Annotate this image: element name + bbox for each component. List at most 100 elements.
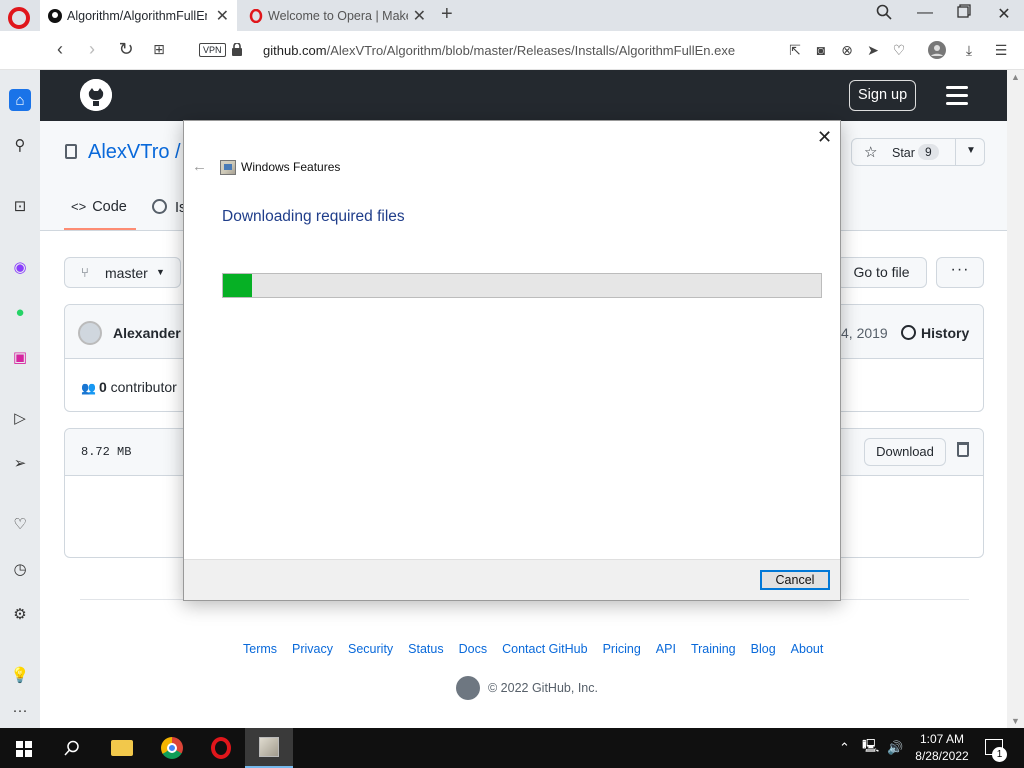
more-options-button[interactable]: ··· bbox=[936, 257, 984, 288]
tab-opera-welcome[interactable]: Welcome to Opera | Make ✕ bbox=[241, 0, 434, 31]
easy-setup-icon[interactable]: ☰ bbox=[992, 41, 1010, 59]
downloads-icon[interactable]: ⤓ bbox=[960, 41, 978, 59]
page-scrollbar[interactable]: ▲ ▼ bbox=[1007, 70, 1024, 728]
windows-features-icon bbox=[220, 160, 236, 175]
trash-icon[interactable] bbox=[957, 442, 969, 457]
download-button[interactable]: Download bbox=[864, 438, 946, 466]
address-bar: ‹ › ↻ ⊞ VPN github.com/AlexVTro/Algorith… bbox=[0, 31, 1024, 70]
reload-icon[interactable]: ↻ bbox=[115, 39, 137, 60]
scroll-up-icon[interactable]: ▲ bbox=[1011, 72, 1020, 82]
footer-link-pricing[interactable]: Pricing bbox=[603, 642, 641, 656]
minimize-icon[interactable]: — bbox=[913, 4, 937, 22]
chevron-down-icon: ▼ bbox=[156, 267, 165, 277]
progress-fill bbox=[223, 274, 252, 297]
footer-link-docs[interactable]: Docs bbox=[459, 642, 487, 656]
adblock-icon[interactable]: ⊗ bbox=[838, 41, 856, 59]
tab-close-icon[interactable]: ✕ bbox=[216, 6, 229, 26]
tab-title: Welcome to Opera | Make bbox=[268, 8, 408, 23]
tab-close-icon[interactable]: ✕ bbox=[413, 6, 426, 26]
footer-link-blog[interactable]: Blog bbox=[751, 642, 776, 656]
speed-dial-icon[interactable]: ⊞ bbox=[148, 41, 170, 58]
history-link[interactable]: History bbox=[901, 325, 969, 341]
github-logo-icon[interactable] bbox=[80, 79, 112, 111]
footer-link-status[interactable]: Status bbox=[408, 642, 443, 656]
more-dots-icon[interactable]: ··· bbox=[9, 699, 31, 721]
whatsapp-icon[interactable]: ● bbox=[9, 301, 31, 323]
scroll-down-icon[interactable]: ▼ bbox=[1011, 716, 1020, 726]
instagram-icon[interactable]: ▣ bbox=[9, 346, 31, 368]
settings-gear-icon[interactable]: ⚙ bbox=[9, 603, 31, 625]
send-to-icon[interactable]: ⇱ bbox=[786, 41, 804, 59]
star-button[interactable]: ☆ Star 9 ▼ bbox=[851, 138, 985, 166]
branch-selector[interactable]: ⑂ master ▼ bbox=[64, 257, 181, 288]
commit-date: 4, 2019 bbox=[841, 325, 888, 341]
start-windows-icon[interactable] bbox=[16, 741, 32, 757]
opera-taskbar-icon[interactable] bbox=[205, 728, 237, 768]
file-explorer-icon[interactable] bbox=[106, 728, 138, 768]
footer-link-contact[interactable]: Contact GitHub bbox=[502, 642, 587, 656]
bookmarks-heart-icon[interactable]: ♡ bbox=[9, 513, 31, 535]
repo-owner-link[interactable]: AlexVTro / . bbox=[88, 141, 192, 164]
star-label: Star bbox=[892, 146, 915, 160]
history-clock-icon[interactable]: ◷ bbox=[9, 558, 31, 580]
footer-link-about[interactable]: About bbox=[791, 642, 824, 656]
browser-tab-bar: Algorithm/AlgorithmFullEn ✕ Welcome to O… bbox=[0, 0, 1024, 31]
messenger-icon[interactable]: ◉ bbox=[9, 256, 31, 278]
home-icon[interactable]: ⌂ bbox=[9, 89, 31, 111]
bookmark-heart-icon[interactable]: ♡ bbox=[890, 41, 908, 59]
dialog-heading: Downloading required files bbox=[222, 208, 405, 225]
player-icon[interactable]: ▷ bbox=[9, 407, 31, 429]
star-icon: ☆ bbox=[864, 144, 878, 161]
github-footer-logo-icon[interactable] bbox=[456, 676, 480, 700]
show-hidden-icons-chevron-icon[interactable]: ⌃ bbox=[839, 728, 850, 768]
tab-code[interactable]: <> Code bbox=[71, 199, 127, 215]
tab-issues[interactable]: Is bbox=[152, 199, 186, 216]
search-tabs-icon[interactable] bbox=[872, 4, 896, 25]
hamburger-menu-icon[interactable] bbox=[946, 86, 968, 110]
window-close-icon[interactable]: ✕ bbox=[992, 4, 1016, 24]
contributors-info[interactable]: 👥 0 contributor bbox=[81, 379, 177, 395]
forward-icon[interactable]: › bbox=[81, 39, 103, 60]
system-clock[interactable]: 1:07 AM 8/28/2022 bbox=[912, 731, 972, 765]
windows-taskbar: ⌃ 🖳 🔊 1:07 AM 8/28/2022 1 bbox=[0, 728, 1024, 768]
network-icon[interactable]: 🖳 bbox=[862, 728, 879, 768]
back-icon[interactable]: ‹ bbox=[49, 39, 71, 60]
volume-icon[interactable]: 🔊 bbox=[887, 728, 903, 768]
dialog-close-icon[interactable]: ✕ bbox=[817, 127, 832, 148]
pinboard-icon[interactable]: ⚲ bbox=[9, 134, 31, 156]
profile-avatar-icon[interactable] bbox=[928, 41, 946, 59]
tab-github[interactable]: Algorithm/AlgorithmFullEn ✕ bbox=[40, 0, 237, 31]
sign-up-button[interactable]: Sign up bbox=[849, 80, 917, 111]
chrome-icon[interactable] bbox=[156, 728, 188, 768]
footer-link-terms[interactable]: Terms bbox=[243, 642, 277, 656]
back-arrow-icon[interactable]: ← bbox=[192, 158, 207, 175]
footer-link-security[interactable]: Security bbox=[348, 642, 393, 656]
file-size: 8.72 MB bbox=[81, 445, 132, 459]
footer-link-api[interactable]: API bbox=[656, 642, 676, 656]
avatar[interactable] bbox=[78, 321, 102, 345]
windows-features-dialog: ✕ ← Windows Features Downloading require… bbox=[183, 120, 841, 601]
flow-send-icon[interactable]: ➤ bbox=[864, 41, 882, 59]
footer-link-privacy[interactable]: Privacy bbox=[292, 642, 333, 656]
opera-menu-icon[interactable] bbox=[8, 7, 30, 29]
cancel-button[interactable]: Cancel bbox=[760, 570, 830, 590]
history-icon bbox=[901, 325, 916, 340]
opera-sidebar: ⌂ ⚲ ⊡ ◉ ● ▣ ▷ ➢ ♡ ◷ ⚙ 💡 ··· bbox=[0, 70, 40, 728]
search-icon[interactable] bbox=[60, 728, 84, 768]
tab-title: Algorithm/AlgorithmFullEn bbox=[67, 8, 207, 23]
new-tab-plus-icon[interactable]: + bbox=[441, 3, 453, 26]
shopping-bag-icon[interactable]: ⊡ bbox=[9, 195, 31, 217]
footer-link-training[interactable]: Training bbox=[691, 642, 736, 656]
vpn-badge[interactable]: VPN bbox=[199, 43, 226, 57]
go-to-file-button[interactable]: Go to file bbox=[836, 257, 927, 288]
commit-author[interactable]: Alexander T bbox=[113, 325, 193, 341]
maximize-icon[interactable] bbox=[952, 4, 976, 23]
lightbulb-icon[interactable]: 💡 bbox=[9, 664, 31, 686]
url-field[interactable]: github.com/AlexVTro/Algorithm/blob/maste… bbox=[263, 43, 735, 58]
branch-icon: ⑂ bbox=[81, 265, 89, 280]
send-arrow-icon[interactable]: ➢ bbox=[9, 452, 31, 474]
lock-icon[interactable] bbox=[232, 42, 242, 56]
snapshot-camera-icon[interactable]: ◙ bbox=[812, 41, 830, 59]
chevron-down-icon[interactable]: ▼ bbox=[966, 145, 976, 156]
windows-features-taskbar-icon[interactable] bbox=[245, 728, 293, 768]
